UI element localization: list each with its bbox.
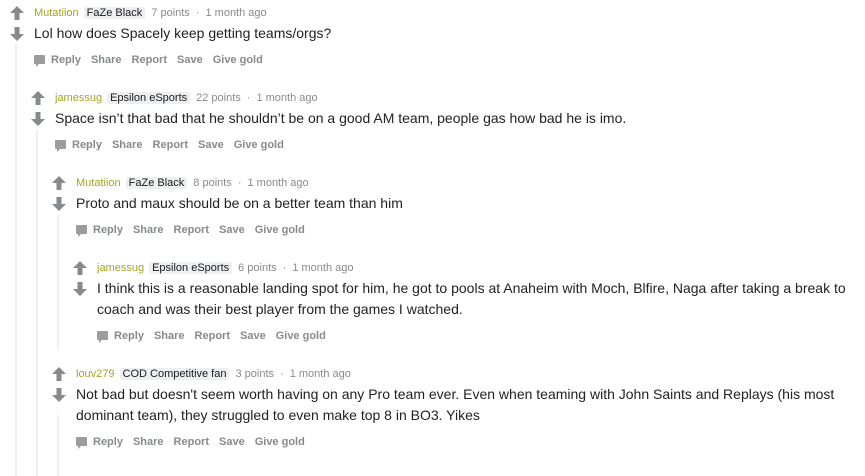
save-button[interactable]: Save <box>198 139 224 151</box>
separator: · <box>237 177 242 189</box>
user-flair: Epsilon eSports <box>149 262 233 274</box>
give-gold-button[interactable]: Give gold <box>255 224 305 236</box>
up-arrow-icon[interactable] <box>50 366 68 382</box>
reply-label: Reply <box>51 54 81 66</box>
reply-button[interactable]: Reply <box>76 224 123 237</box>
comment-meta: jamessug Epsilon eSports 6 points · 1 month … <box>97 261 852 275</box>
author-link[interactable]: jamessug <box>55 92 102 104</box>
save-button[interactable]: Save <box>240 330 266 342</box>
separator: · <box>280 368 284 380</box>
timestamp[interactable]: 1 month ago <box>292 262 353 274</box>
comment-meta: Mutatiion FaZe Black 7 points · 1 month ago <box>34 6 854 20</box>
down-arrow-icon[interactable] <box>50 196 68 212</box>
reply-label: Reply <box>93 224 123 236</box>
report-button[interactable]: Report <box>195 330 230 342</box>
separator: · <box>282 262 287 274</box>
up-arrow-icon[interactable] <box>8 5 26 21</box>
save-button[interactable]: Save <box>177 54 203 66</box>
down-arrow-icon[interactable] <box>50 387 68 403</box>
comment-meta: louv279 COD Competitive fan 3 points · 1 mon… <box>76 367 851 381</box>
report-button[interactable]: Report <box>132 54 167 66</box>
comment-text: Lol how does Spacely keep getting teams/… <box>34 25 332 41</box>
comment-text: I think this is a reasonable landing spo… <box>97 280 846 317</box>
reply-button[interactable]: Reply <box>34 54 81 67</box>
comment-actions: Reply Share Report Save Give gold <box>97 328 852 344</box>
comment-body: jamessug Epsilon eSports 6 points · 1 month … <box>97 255 852 344</box>
separator: · <box>195 7 200 19</box>
score: 3 points <box>235 368 275 380</box>
up-arrow-icon[interactable] <box>50 175 68 191</box>
speech-bubble-icon <box>76 437 87 449</box>
report-button[interactable]: Report <box>174 436 209 448</box>
user-flair: FaZe Black <box>125 177 188 189</box>
comment-meta: Mutatiion FaZe Black 8 points · 1 month ago <box>76 176 856 190</box>
report-button[interactable]: Report <box>174 224 209 236</box>
share-button[interactable]: Share <box>154 330 185 342</box>
author-link[interactable]: louv279 <box>76 368 115 380</box>
report-button[interactable]: Report <box>153 139 188 151</box>
speech-bubble-icon <box>55 140 66 152</box>
user-flair: FaZe Black <box>83 7 146 19</box>
timestamp[interactable]: 1 month ago <box>205 7 266 19</box>
score: 8 points <box>193 177 232 189</box>
thread-line[interactable] <box>57 215 59 350</box>
up-arrow-icon[interactable] <box>71 260 89 276</box>
reply-label: Reply <box>93 436 123 448</box>
comment-text: Proto and maux should be on a better tea… <box>76 195 403 211</box>
comment-meta: jamessug Epsilon eSports 22 points · 1 month… <box>55 91 855 105</box>
up-arrow-icon[interactable] <box>29 90 47 106</box>
speech-bubble-icon <box>34 55 45 67</box>
reply-button[interactable]: Reply <box>55 139 102 152</box>
timestamp[interactable]: 1 month ago <box>256 92 317 104</box>
thread-line[interactable] <box>15 44 17 476</box>
give-gold-button[interactable]: Give gold <box>213 54 263 66</box>
reply-label: Reply <box>114 330 144 342</box>
give-gold-button[interactable]: Give gold <box>234 139 284 151</box>
timestamp[interactable]: 1 month ago <box>247 177 308 189</box>
author-link[interactable]: jamessug <box>97 262 144 274</box>
comment-body: Mutatiion FaZe Black 8 points · 1 month ago … <box>76 170 856 238</box>
save-button[interactable]: Save <box>219 224 245 236</box>
down-arrow-icon[interactable] <box>29 111 47 127</box>
speech-bubble-icon <box>76 225 87 237</box>
score: 7 points <box>151 7 190 19</box>
reply-label: Reply <box>72 139 102 151</box>
comment-actions: Reply Share Report Save Give gold <box>34 52 854 68</box>
save-button[interactable]: Save <box>219 436 245 448</box>
comment-body: louv279 COD Competitive fan 3 points · 1 mon… <box>76 361 851 450</box>
comment-body: jamessug Epsilon eSports 22 points · 1 month… <box>55 85 855 153</box>
score: 22 points <box>196 92 241 104</box>
down-arrow-icon[interactable] <box>8 26 26 42</box>
author-link[interactable]: Mutatiion <box>76 177 121 189</box>
user-flair: COD Competitive fan <box>119 368 230 380</box>
author-link[interactable]: Mutatiion <box>34 7 79 19</box>
share-button[interactable]: Share <box>91 54 122 66</box>
separator: · <box>246 92 251 104</box>
share-button[interactable]: Share <box>133 224 164 236</box>
score: 6 points <box>238 262 277 274</box>
comment-actions: Reply Share Report Save Give gold <box>55 137 855 153</box>
reply-button[interactable]: Reply <box>97 330 144 343</box>
comment-actions: Reply Share Report Save Give gold <box>76 434 851 450</box>
give-gold-button[interactable]: Give gold <box>276 330 326 342</box>
timestamp[interactable]: 1 month ago <box>290 368 351 380</box>
user-flair: Epsilon eSports <box>107 92 191 104</box>
share-button[interactable]: Share <box>112 139 143 151</box>
give-gold-button[interactable]: Give gold <box>255 436 305 448</box>
thread-line[interactable] <box>57 415 59 476</box>
comment-text: Not bad but doesn't seem worth having on… <box>76 386 835 423</box>
thread-line[interactable] <box>36 130 38 476</box>
comment-body: Mutatiion FaZe Black 7 points · 1 month ago … <box>34 0 854 68</box>
speech-bubble-icon <box>97 331 108 343</box>
down-arrow-icon[interactable] <box>71 281 89 297</box>
comment-text: Space isn’t that bad that he shouldn’t b… <box>55 110 627 126</box>
reply-button[interactable]: Reply <box>76 436 123 449</box>
share-button[interactable]: Share <box>133 436 164 448</box>
comment-actions: Reply Share Report Save Give gold <box>76 222 856 238</box>
